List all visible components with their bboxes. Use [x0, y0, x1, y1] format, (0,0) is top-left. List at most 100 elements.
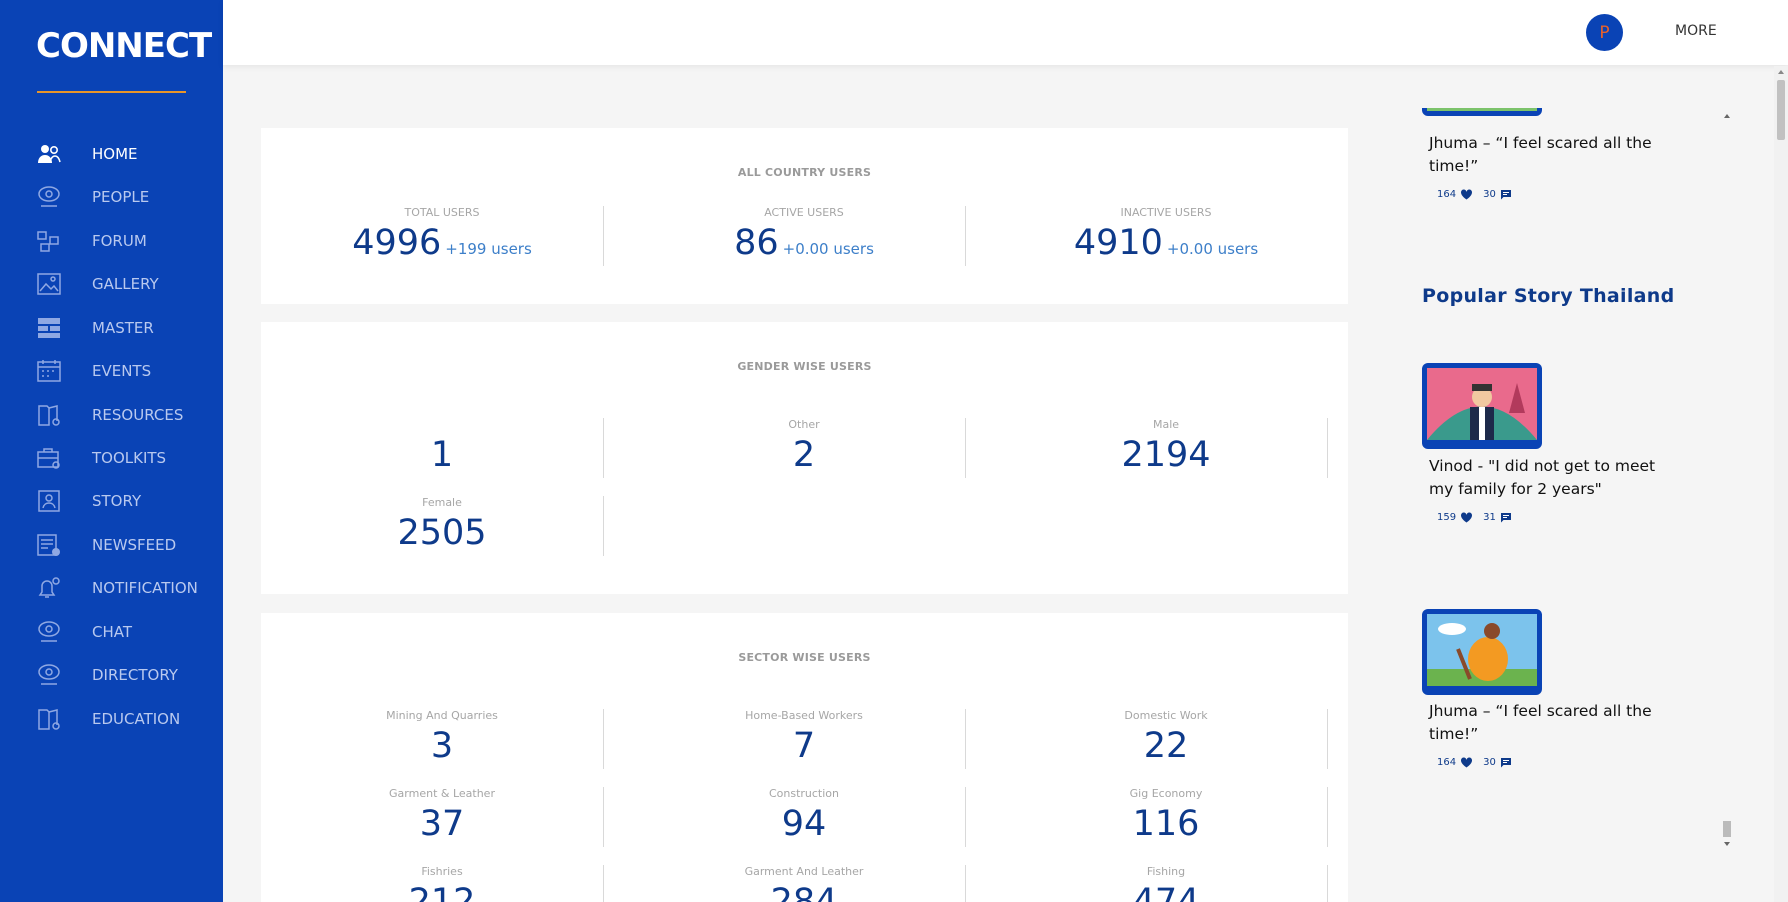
gender-stat-male: Male 2194 [985, 418, 1347, 476]
sidebar: CONNECT HOME PEOPLE FORUM GALLERY MASTER… [0, 0, 223, 902]
stat-value: 4996 [352, 223, 442, 263]
stat-label: Other [788, 418, 820, 431]
divider [603, 496, 604, 556]
stat-label: TOTAL USERS [404, 206, 480, 219]
story-thumbnail[interactable] [1422, 363, 1542, 449]
sidebar-item-label: NEWSFEED [92, 536, 177, 554]
story-meta: 164 30 [1437, 189, 1512, 200]
stat-value: 2 [792, 435, 816, 475]
card-title: ALL COUNTRY USERS [737, 166, 872, 179]
page-scrollbar[interactable] [1774, 66, 1788, 902]
stat-value: 284 [770, 882, 838, 902]
sidebar-item-people[interactable]: PEOPLE [0, 179, 223, 215]
toolkits-icon [37, 448, 60, 469]
sidebar-item-education[interactable]: EDUCATION [0, 701, 223, 737]
divider [965, 709, 966, 769]
heart-icon[interactable] [1460, 189, 1473, 200]
total-users-stat: TOTAL USERS 4996 +199 users [261, 206, 623, 264]
sidebar-item-gallery[interactable]: GALLERY [0, 266, 223, 302]
stat-value: 7 [792, 726, 816, 766]
sidebar-item-forum[interactable]: FORUM [0, 223, 223, 259]
directory-icon [38, 664, 60, 685]
chat-icon [38, 621, 60, 642]
stat-value: 3 [430, 726, 454, 766]
story-meta: 164 30 [1437, 757, 1512, 768]
more-menu-button[interactable]: MORE [1675, 23, 1717, 39]
divider [965, 206, 966, 266]
comments-count: 30 [1483, 189, 1496, 200]
sidebar-item-notification[interactable]: NOTIFICATION [0, 570, 223, 606]
sector-stat: Gig Economy 116 [985, 787, 1347, 845]
stat-value: 37 [419, 804, 465, 844]
stat-value: 474 [1132, 882, 1200, 902]
sidebar-item-label: NOTIFICATION [92, 579, 198, 597]
sidebar-item-label: PEOPLE [92, 188, 150, 206]
sidebar-item-toolkits[interactable]: TOOLKITS [0, 440, 223, 476]
sidebar-item-story[interactable]: STORY [0, 483, 223, 519]
stat-value: 22 [1143, 726, 1189, 766]
sector-stat: Mining And Quarries 3 [261, 709, 623, 767]
story-title[interactable]: Vinod - "I did not get to meet my family… [1429, 455, 1659, 501]
likes-count: 159 [1437, 512, 1457, 523]
divider [965, 418, 966, 478]
story-title[interactable]: Jhuma – “I feel scared all the time!” [1429, 700, 1659, 746]
heart-icon[interactable] [1460, 757, 1473, 768]
divider [965, 865, 966, 902]
sidebar-item-chat[interactable]: CHAT [0, 614, 223, 650]
stat-value: 2505 [397, 513, 487, 553]
stat-value: 1 [430, 435, 454, 475]
stat-label: Mining And Quarries [386, 709, 498, 722]
all-country-users-card: ALL COUNTRY USERS TOTAL USERS 4996 +199 u… [261, 128, 1348, 304]
stat-label: Construction [768, 787, 840, 800]
master-icon [38, 318, 60, 338]
stat-label: Male [1152, 418, 1180, 431]
gender-stat-female: Female 2505 [261, 496, 623, 554]
sidebar-item-directory[interactable]: DIRECTORY [0, 657, 223, 693]
sector-wise-users-card: SECTOR WISE USERS Mining And Quarries 3 … [261, 613, 1348, 902]
story-meta: 159 31 [1437, 512, 1512, 523]
sidebar-item-home[interactable]: HOME [0, 136, 223, 172]
comment-icon[interactable] [1500, 757, 1512, 768]
sidebar-item-resources[interactable]: RESOURCES [0, 397, 223, 433]
top-bar [223, 0, 1788, 65]
logo-underline [37, 91, 186, 93]
story-thumbnail[interactable] [1422, 108, 1542, 116]
divider [603, 787, 604, 847]
story-title[interactable]: Jhuma – “I feel scared all the time!” [1429, 132, 1659, 178]
stat-value: 86 [734, 223, 779, 263]
comment-icon[interactable] [1500, 189, 1512, 200]
stat-delta: +199 users [445, 240, 532, 258]
sidebar-item-master[interactable]: MASTER [0, 310, 223, 346]
stat-value: 212 [408, 882, 476, 902]
app-logo[interactable]: CONNECT [36, 26, 212, 66]
card-title: SECTOR WISE USERS [738, 651, 871, 664]
story-thumbnail[interactable] [1422, 609, 1542, 695]
sector-stat: Fishing 474 [985, 865, 1347, 902]
gender-wise-users-card: GENDER WISE USERS 1 Other 2 Male 2194 Fe… [261, 322, 1348, 594]
comments-count: 30 [1483, 757, 1496, 768]
divider [1327, 709, 1328, 769]
sidebar-item-label: DIRECTORY [92, 666, 178, 684]
stat-value: 116 [1132, 804, 1200, 844]
stat-label: Domestic Work [1124, 709, 1208, 722]
user-avatar[interactable]: P [1586, 14, 1623, 51]
stat-value: 4910 [1073, 223, 1163, 263]
popular-story-heading: Popular Story Thailand [1422, 285, 1675, 307]
sidebar-item-label: STORY [92, 492, 142, 510]
divider [1327, 418, 1328, 478]
heart-icon[interactable] [1460, 512, 1473, 523]
sector-stat: Home-Based Workers 7 [623, 709, 985, 767]
stat-label: Fishries [421, 865, 463, 878]
sidebar-item-label: FORUM [92, 232, 147, 250]
stat-label: Home-Based Workers [745, 709, 863, 722]
sector-stat: Garment And Leather 284 [623, 865, 985, 902]
sidebar-item-newsfeed[interactable]: NEWSFEED [0, 527, 223, 563]
sidebar-item-label: MASTER [92, 319, 154, 337]
sidebar-item-events[interactable]: EVENTS [0, 353, 223, 389]
active-users-stat: ACTIVE USERS 86 +0.00 users [623, 206, 985, 264]
sidebar-item-label: RESOURCES [92, 406, 184, 424]
stories-scrollbar[interactable] [1721, 108, 1733, 852]
divider [603, 709, 604, 769]
stat-label: INACTIVE USERS [1120, 206, 1212, 219]
comment-icon[interactable] [1500, 512, 1512, 523]
